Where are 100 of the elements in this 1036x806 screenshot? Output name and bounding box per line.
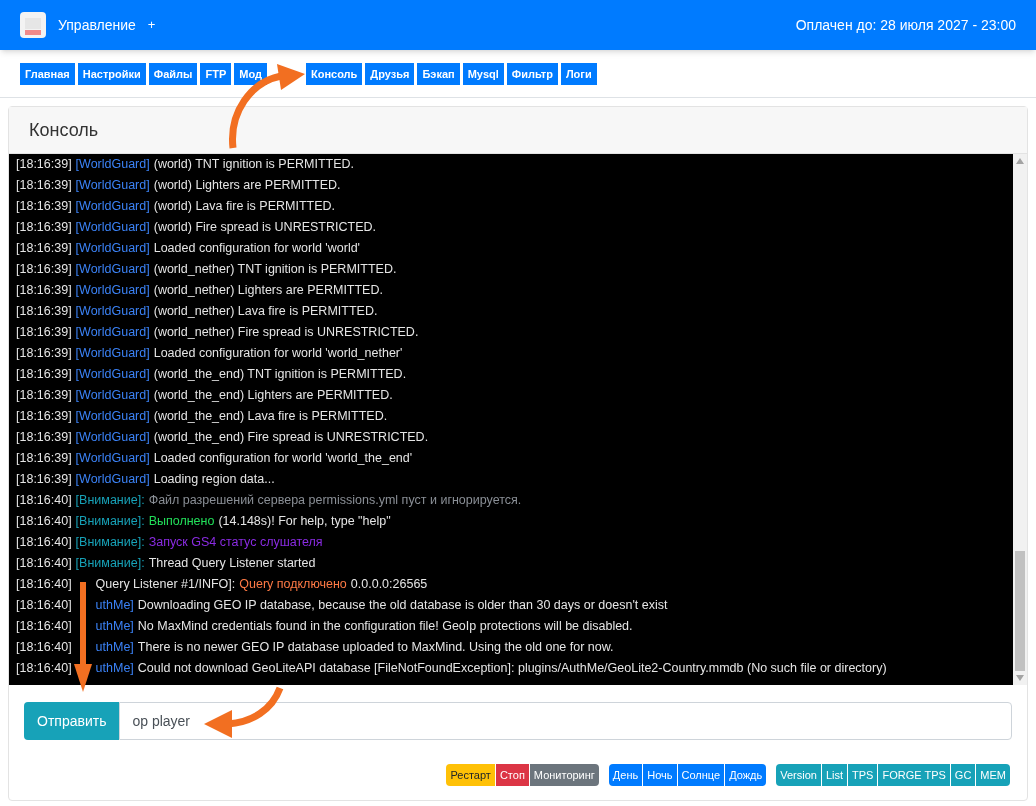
action-button[interactable]: FORGE TPS: [878, 764, 950, 786]
action-button[interactable]: Солнце: [677, 764, 725, 786]
log-source: [WorldGuard]: [75, 219, 150, 236]
log-message: Файл разрешений сервера permissions.yml пуст и игнорируется.: [148, 492, 522, 509]
action-button[interactable]: Дождь: [725, 764, 767, 786]
log-message: 0.0.0.0:26565: [350, 576, 428, 593]
log-timestamp: [18:16:40]: [16, 597, 72, 614]
nav-tab[interactable]: Главная: [20, 63, 75, 85]
action-button[interactable]: MEM: [976, 764, 1010, 786]
log-timestamp: [18:16:39]: [16, 156, 72, 173]
log-message: No MaxMind credentials found in the configuration file! GeoIp protections will be disabled.: [137, 618, 633, 635]
panel-title[interactable]: Управление: [58, 14, 136, 36]
log-timestamp: [18:16:39]: [16, 471, 72, 488]
log-source: [WorldGuard]: [75, 450, 150, 467]
log-source: [WorldGuard]: [75, 471, 150, 488]
nav-tab[interactable]: FTP: [200, 63, 232, 85]
log-timestamp: [18:16:39]: [16, 429, 72, 446]
log-source: [WorldGuard]: [75, 282, 150, 299]
log-level: [Внимание]:: [75, 555, 145, 572]
log-timestamp: [18:16:40]: [16, 513, 72, 530]
log-source: [WorldGuard]: [75, 261, 150, 278]
action-button[interactable]: Мониторинг: [529, 764, 599, 786]
nav-tab[interactable]: Друзья: [365, 63, 415, 85]
log-source: uthMe]: [95, 597, 134, 614]
log-level: [Внимание]:: [75, 513, 145, 530]
log-timestamp: [18:16:39]: [16, 282, 72, 299]
log-message: (world_the_end) Fire spread is UNRESTRICTED.: [153, 429, 429, 446]
action-button[interactable]: Рестарт: [446, 764, 495, 786]
log-source: [WorldGuard]: [75, 387, 150, 404]
nav-tab[interactable]: Фильтр: [506, 63, 558, 85]
log-timestamp: [18:16:40]: [16, 492, 72, 509]
log-message: Запуск GS4 статус слушателя: [148, 534, 323, 551]
log-source: [WorldGuard]: [75, 408, 150, 425]
log-timestamp: [18:16:39]: [16, 219, 72, 236]
scroll-up-icon[interactable]: [1016, 158, 1024, 164]
log-message: (world_nether) Lava fire is PERMITTED.: [153, 303, 378, 320]
log-message: (world_the_end) Lighters are PERMITTED.: [153, 387, 393, 404]
log-source: [WorldGuard]: [75, 177, 150, 194]
log-source: [WorldGuard]: [75, 324, 150, 341]
paid-until-text: Оплачен до: 28 июля 2027 - 23:00: [795, 15, 1016, 35]
log-source: Query Listener #1/INFO]:: [95, 576, 236, 593]
logo-icon[interactable]: [20, 12, 46, 38]
log-message: Loaded configuration for world 'world': [153, 240, 360, 257]
log-timestamp: [18:16:40]: [16, 660, 72, 677]
log-message: (world_the_end) TNT ignition is PERMITTED.: [153, 366, 407, 383]
log-message: (world_the_end) Lava fire is PERMITTED.: [153, 408, 388, 425]
log-message: Thread Query Listener started: [148, 555, 316, 572]
log-message: (14.148s)! For help, type "help": [218, 513, 391, 530]
action-button[interactable]: Version: [776, 764, 821, 786]
nav-tab[interactable]: Бэкап: [417, 63, 460, 85]
log-source: [WorldGuard]: [75, 156, 150, 173]
log-timestamp: [18:16:39]: [16, 240, 72, 257]
log-timestamp: [18:16:40]: [16, 534, 72, 551]
action-button[interactable]: Ночь: [643, 764, 677, 786]
log-level: [Внимание]:: [75, 534, 145, 551]
add-icon[interactable]: +: [147, 15, 156, 35]
nav-tab[interactable]: Mysql: [462, 63, 504, 85]
action-button[interactable]: TPS: [848, 764, 878, 786]
nav-tab[interactable]: Консоль: [305, 63, 363, 85]
scroll-down-icon[interactable]: [1016, 675, 1024, 681]
log-message: (world_nether) Lighters are PERMITTED.: [153, 282, 383, 299]
log-message: (world) TNT ignition is PERMITTED.: [153, 156, 354, 173]
action-button[interactable]: Стоп: [495, 764, 529, 786]
log-source: [WorldGuard]: [75, 429, 150, 446]
log-message: There is no newer GEO IP database uploaded to MaxMind. Using the old one for now.: [137, 639, 614, 656]
send-button[interactable]: Отправить: [24, 702, 120, 740]
log-source: uthMe]: [95, 618, 134, 635]
action-button[interactable]: List: [821, 764, 848, 786]
log-status: Выполнено: [148, 513, 215, 530]
nav-tab[interactable]: Файлы: [148, 63, 198, 85]
nav-tab[interactable]: Логи: [560, 63, 597, 85]
log-source: uthMe]: [95, 639, 134, 656]
log-status: Query подключено: [239, 576, 347, 593]
log-source: [WorldGuard]: [75, 303, 150, 320]
log-message: Loaded configuration for world 'world_the_end': [153, 450, 413, 467]
nav-tab[interactable]: Мод: [234, 63, 267, 85]
log-timestamp: [18:16:39]: [16, 198, 72, 215]
command-input[interactable]: op player: [119, 702, 1012, 740]
log-timestamp: [18:16:39]: [16, 324, 72, 341]
action-button[interactable]: GC: [950, 764, 976, 786]
card-title: Консоль: [29, 118, 99, 142]
log-message: (world_nether) Fire spread is UNRESTRICTED.: [153, 324, 419, 341]
log-source: [WorldGuard]: [75, 345, 150, 362]
log-timestamp: [18:16:40]: [16, 618, 72, 635]
scrollbar-thumb[interactable]: [1015, 551, 1025, 671]
log-source: [WorldGuard]: [75, 366, 150, 383]
log-timestamp: [18:16:39]: [16, 387, 72, 404]
log-level: [Внимание]:: [75, 492, 145, 509]
log-message: (world) Lava fire is PERMITTED.: [153, 198, 335, 215]
scrollbar[interactable]: [1013, 154, 1027, 685]
log-message: Could not download GeoLiteAPI database [FileNotFoundException]: plugins/AuthMe/GeoLite2-Country.mmdb (No such file or directory): [137, 660, 887, 677]
log-message: Loading region data...: [153, 471, 275, 488]
log-timestamp: [18:16:39]: [16, 450, 72, 467]
action-button[interactable]: День: [608, 764, 643, 786]
log-message: Loaded configuration for world 'world_nether': [153, 345, 403, 362]
log-timestamp: [18:16:39]: [16, 408, 72, 425]
log-message: (world) Fire spread is UNRESTRICTED.: [153, 219, 376, 236]
log-timestamp: [18:16:39]: [16, 303, 72, 320]
nav-tab[interactable]: Настройки: [77, 63, 146, 85]
log-timestamp: [18:16:39]: [16, 345, 72, 362]
